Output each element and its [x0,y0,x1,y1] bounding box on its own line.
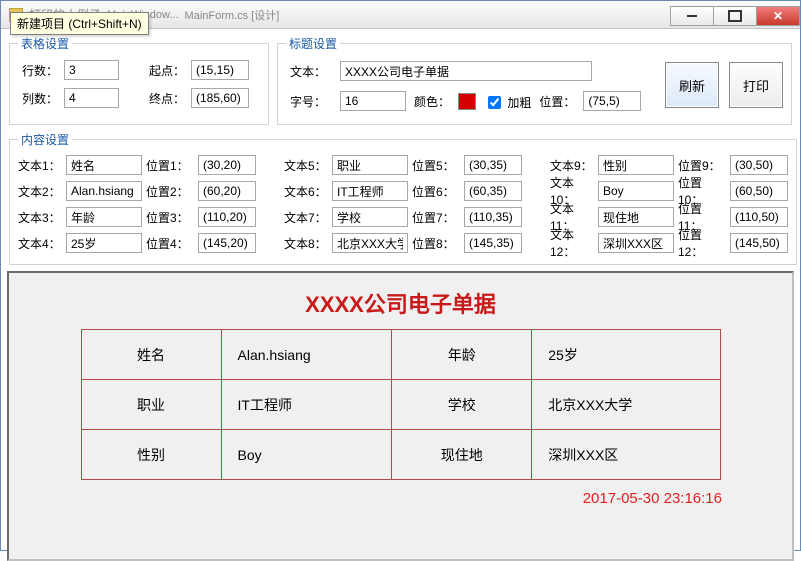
pos-label: 位置3： [146,209,194,226]
pos-label: 位置1： [146,157,194,174]
pos-input[interactable] [198,181,256,201]
title-pos-label: 位置： [539,93,575,110]
cols-input[interactable] [64,88,119,108]
pos-input[interactable] [730,207,788,227]
print-button[interactable]: 打印 [729,62,783,108]
rows-label: 行数： [18,62,58,79]
text-input[interactable] [66,207,142,227]
text-label: 文本9： [550,157,594,174]
table-cell: 性别 [81,430,221,480]
legend-title-settings: 标题设置 [286,35,340,52]
table-cell: 姓名 [81,330,221,380]
table-cell: 深圳XXX区 [532,430,720,480]
table-cell: Alan.hsiang [221,330,392,380]
pos-input[interactable] [730,181,788,201]
tab-2: MainForm.cs [设计] [185,7,280,23]
text-label: 文本12： [550,226,594,260]
table-cell: 学校 [392,380,532,430]
text-label: 文本7： [284,209,328,226]
fontsize-label: 字号： [286,93,326,110]
table-cell: 北京XXX大学 [532,380,720,430]
table-cell: 25岁 [532,330,720,380]
text-label: 文本6： [284,183,328,200]
pos-input[interactable] [198,233,256,253]
table-row: 职业IT工程师学校北京XXX大学 [81,380,720,430]
table-cell: 现住地 [392,430,532,480]
table-row: 姓名Alan.hsiang年龄25岁 [81,330,720,380]
bold-checkbox[interactable] [488,96,501,109]
start-label: 起点： [145,62,185,79]
legend-table-settings: 表格设置 [18,35,72,52]
pos-input[interactable] [198,155,256,175]
text-input[interactable] [598,181,674,201]
print-preview-pane: XXXX公司电子单据 姓名Alan.hsiang年龄25岁职业IT工程师学校北京… [7,271,794,561]
pos-label: 位置4： [146,235,194,252]
text-input[interactable] [598,233,674,253]
pos-label: 位置6： [412,183,460,200]
preview-timestamp: 2017-05-30 23:16:16 [583,490,722,507]
groupbox-table-settings: 表格设置 行数： 列数： 起点： [9,35,269,125]
text-input[interactable] [332,181,408,201]
cols-label: 列数： [18,90,58,107]
table-cell: IT工程师 [221,380,392,430]
table-cell: Boy [221,430,392,480]
pos-label: 位置12： [678,226,726,260]
end-input[interactable] [191,88,249,108]
text-label: 文本2： [18,183,62,200]
preview-table: 姓名Alan.hsiang年龄25岁职业IT工程师学校北京XXX大学性别Boy现… [81,329,721,480]
pos-input[interactable] [730,233,788,253]
title-text-input[interactable] [340,61,592,81]
window-maximize-button[interactable] [713,6,757,26]
pos-label: 位置2： [146,183,194,200]
table-row: 性别Boy现住地深圳XXX区 [81,430,720,480]
text-input[interactable] [598,207,674,227]
text-input[interactable] [66,181,142,201]
fontsize-input[interactable] [340,91,406,111]
text-input[interactable] [332,207,408,227]
groupbox-title-settings: 标题设置 文本： 字号： 颜色： 加粗 位置： [277,35,792,125]
title-pos-input[interactable] [583,91,641,111]
window-minimize-button[interactable] [670,6,714,26]
color-swatch[interactable] [458,93,476,110]
pos-input[interactable] [464,207,522,227]
refresh-button[interactable]: 刷新 [665,62,719,108]
pos-label: 位置9： [678,157,726,174]
text-input[interactable] [598,155,674,175]
pos-label: 位置7： [412,209,460,226]
color-label: 颜色： [414,93,450,110]
text-input[interactable] [66,155,142,175]
text-label: 文本4： [18,235,62,252]
text-label: 文本3： [18,209,62,226]
pos-input[interactable] [730,155,788,175]
groupbox-content-settings: 内容设置 文本1： 位置1： 文本2： 位置2： 文本3： 位置3： 文本4： 位置4： 文本5… [9,131,797,265]
bold-checkbox-wrapper[interactable]: 加粗 [484,91,531,111]
title-text-label: 文本： [286,63,326,80]
text-input[interactable] [332,233,408,253]
pos-input[interactable] [464,233,522,253]
text-label: 文本8： [284,235,328,252]
table-cell: 职业 [81,380,221,430]
text-input[interactable] [66,233,142,253]
pos-input[interactable] [464,181,522,201]
preview-title: XXXX公司电子单据 [305,287,496,319]
bold-label: 加粗 [507,96,531,110]
text-label: 文本5： [284,157,328,174]
rows-input[interactable] [64,60,119,80]
start-input[interactable] [191,60,249,80]
legend-content-settings: 内容设置 [18,131,72,148]
pos-input[interactable] [464,155,522,175]
text-label: 文本1： [18,157,62,174]
pos-input[interactable] [198,207,256,227]
table-cell: 年龄 [392,330,532,380]
window-close-button[interactable] [756,6,800,26]
pos-label: 位置8： [412,235,460,252]
tooltip-new-project: 新建项目 (Ctrl+Shift+N) [10,12,149,35]
pos-label: 位置5： [412,157,460,174]
text-input[interactable] [332,155,408,175]
end-label: 终点： [145,90,185,107]
window-frame: 打印的小例子 MainWindow... MainForm.cs [设计] 新建… [0,0,801,551]
